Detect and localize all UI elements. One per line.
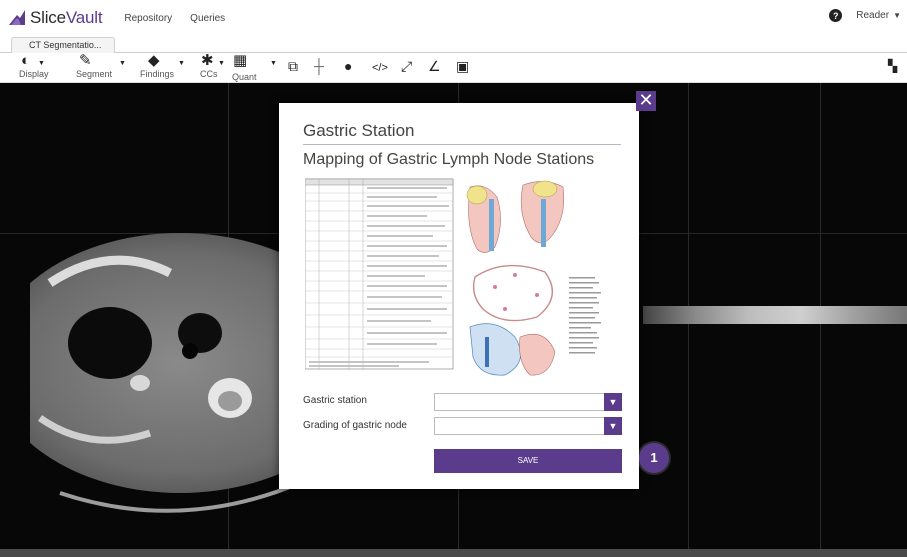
ccs-label: CCs (200, 69, 218, 79)
chevron-down-icon: ▼ (178, 60, 185, 67)
crosshair-icon[interactable]: ┼ (314, 58, 324, 74)
cube-icon[interactable]: ▣ (456, 58, 469, 74)
findings-label: Findings (140, 69, 175, 79)
topbar-right: ? Reader ▼ (829, 9, 901, 22)
layout-icon[interactable]: ▚ (888, 58, 897, 74)
copy-icon[interactable]: ⧉ (288, 58, 298, 74)
ct-axial-slice (30, 233, 300, 513)
chevron-down-icon[interactable]: ▼ (604, 393, 622, 411)
coronal-strip (643, 306, 907, 324)
nav-repository[interactable]: Repository (124, 13, 172, 24)
step-badge: 1 (639, 443, 669, 473)
puzzle-icon: ✱ (201, 52, 214, 69)
chevron-down-icon[interactable]: ▼ (604, 417, 622, 435)
grading-label: Grading of gastric node (303, 420, 407, 431)
user-label: Reader (856, 10, 890, 21)
title-divider (303, 144, 621, 145)
nav-queries[interactable]: Queries (190, 13, 225, 24)
save-button[interactable]: SAVE (434, 449, 622, 473)
user-menu[interactable]: Reader ▼ (856, 10, 901, 21)
chevron-down-icon: ▼ (270, 60, 277, 67)
brand[interactable]: SliceVault (8, 8, 103, 28)
top-navbar: SliceVault Repository Queries ? Reader ▼ (0, 0, 907, 36)
angle-icon[interactable]: ∠ (428, 58, 441, 74)
toolbar: ◐ ▼ Display ✎ ▼ Segment ◆ ▼ Findings ✱ ▼… (0, 53, 907, 83)
dialog-subtitle: Mapping of Gastric Lymph Node Stations (303, 151, 595, 168)
brand-logo-icon (9, 10, 25, 25)
close-icon[interactable]: ✕ (636, 91, 656, 111)
compass-icon[interactable]: ● (344, 58, 352, 74)
gastric-station-label: Gastric station (303, 395, 367, 406)
chevron-down-icon: ▼ (218, 60, 225, 67)
tag-icon: ◆ (148, 52, 160, 69)
help-icon[interactable]: ? (829, 9, 843, 22)
brand-name: SliceVault (30, 8, 103, 27)
chevron-down-icon: ▼ (893, 11, 901, 20)
chevron-down-icon: ▼ (119, 60, 126, 67)
viewer-statusbar (0, 549, 907, 557)
chevron-down-icon: ▼ (38, 60, 45, 67)
contrast-icon: ◐ (21, 52, 31, 69)
gastric-station-select[interactable]: ▼ (434, 393, 622, 411)
quant-label: Quant (232, 72, 257, 82)
code-icon[interactable]: </> (372, 60, 388, 76)
gastric-station-dialog: Gastric Station Mapping of Gastric Lymph… (279, 103, 639, 489)
display-label: Display (19, 69, 49, 79)
dialog-title: Gastric Station (303, 121, 415, 140)
segment-label: Segment (76, 69, 113, 79)
expand-icon[interactable]: ⤢ (401, 58, 412, 74)
chart-icon: ▦ (233, 52, 248, 69)
brush-icon: ✎ (79, 52, 92, 69)
lymph-node-station-figure (305, 178, 601, 376)
tab-strip: CT Segmentatio... (0, 36, 907, 54)
grading-select[interactable]: ▼ (434, 417, 622, 435)
